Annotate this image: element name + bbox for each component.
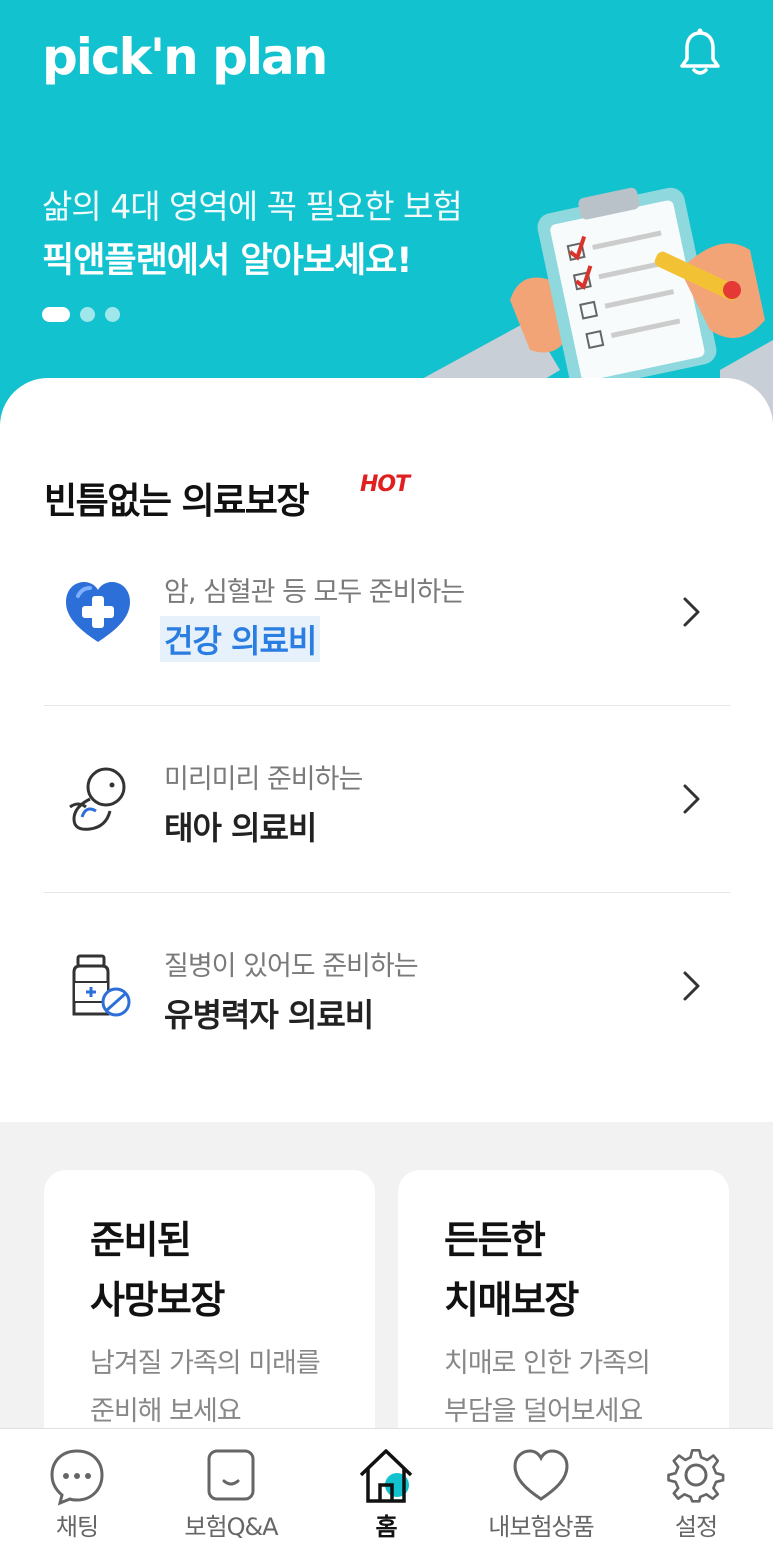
- app-logo: pick'n plan: [42, 28, 328, 86]
- chevron-right-icon: [683, 971, 700, 1000]
- list-item-fetus-medical[interactable]: 미리미리 준비하는 태아 의료비: [44, 705, 730, 892]
- tab-my-insurance[interactable]: 내보험상품: [464, 1429, 618, 1547]
- hero-banner[interactable]: pick'n plan 삶의 4대 영역에 꼭 필요한 보험 픽앤플랜에서 알아…: [0, 0, 773, 440]
- banner-subtitle: 삶의 4대 영역에 꼭 필요한 보험: [42, 187, 463, 226]
- item-title: 태아 의료비: [164, 809, 317, 847]
- item-title: 유병력자 의료비: [164, 996, 374, 1034]
- chevron-right-icon: [683, 597, 700, 626]
- gear-icon: [667, 1448, 725, 1503]
- carousel-dot[interactable]: [80, 307, 95, 322]
- section-title: 빈틈없는 의료보장: [44, 481, 310, 522]
- chevron-right-icon: [683, 784, 700, 813]
- card-description: 남겨질 가족의 미래를 준비해 보세요: [90, 1348, 321, 1427]
- tab-settings[interactable]: 설정: [619, 1429, 773, 1547]
- item-subtitle: 미리미리 준비하는: [164, 764, 363, 795]
- item-title: 건강 의료비: [160, 616, 321, 662]
- bell-icon[interactable]: [672, 26, 728, 82]
- carousel-indicator: [42, 307, 120, 322]
- tab-label: 보험Q&A: [184, 1513, 278, 1541]
- tab-home[interactable]: 홈: [309, 1429, 463, 1547]
- list-item-preexisting-medical[interactable]: 질병이 있어도 준비하는 유병력자 의료비: [44, 892, 730, 1079]
- carousel-dot-active[interactable]: [42, 307, 70, 322]
- tab-label: 채팅: [55, 1513, 99, 1541]
- heart-icon: [513, 1449, 569, 1501]
- tab-label: 설정: [674, 1513, 718, 1541]
- hot-badge: HOT: [360, 472, 410, 497]
- tab-chat[interactable]: 채팅: [0, 1429, 154, 1547]
- medicine-bottle-icon: [72, 954, 131, 1016]
- list-item-health-medical[interactable]: 암, 심혈관 등 모두 준비하는 건강 의료비: [44, 518, 730, 705]
- chat-icon: [50, 1449, 104, 1506]
- death-coverage-card[interactable]: 준비된 사망보장 남겨질 가족의 미래를 준비해 보세요: [44, 1170, 375, 1460]
- medical-section: 빈틈없는 의료보장 HOT 암, 심혈관 등 모두 준비하는 건강 의료비 미리…: [0, 378, 773, 1122]
- card-title: 든든한 치매보장: [444, 1218, 579, 1322]
- fetus-icon: [69, 767, 126, 831]
- item-subtitle: 암, 심혈관 등 모두 준비하는: [164, 577, 465, 608]
- bottom-tab-bar: 채팅 보험Q&A 홈 내보험상품 설정: [0, 1428, 773, 1547]
- home-icon: [359, 1449, 413, 1503]
- card-title: 준비된 사망보장: [90, 1218, 225, 1322]
- item-subtitle: 질병이 있어도 준비하는: [164, 951, 419, 982]
- qa-icon: [207, 1449, 255, 1501]
- heart-cross-icon: [66, 581, 130, 642]
- banner-title: 픽앤플랜에서 알아보세요!: [42, 241, 412, 281]
- tab-qa[interactable]: 보험Q&A: [154, 1429, 308, 1547]
- carousel-dot[interactable]: [105, 307, 120, 322]
- card-description: 치매로 인한 가족의 부담을 덜어보세요: [444, 1348, 651, 1427]
- tab-label: 홈: [375, 1513, 397, 1541]
- dementia-coverage-card[interactable]: 든든한 치매보장 치매로 인한 가족의 부담을 덜어보세요: [398, 1170, 729, 1460]
- tab-label: 내보험상품: [488, 1513, 594, 1541]
